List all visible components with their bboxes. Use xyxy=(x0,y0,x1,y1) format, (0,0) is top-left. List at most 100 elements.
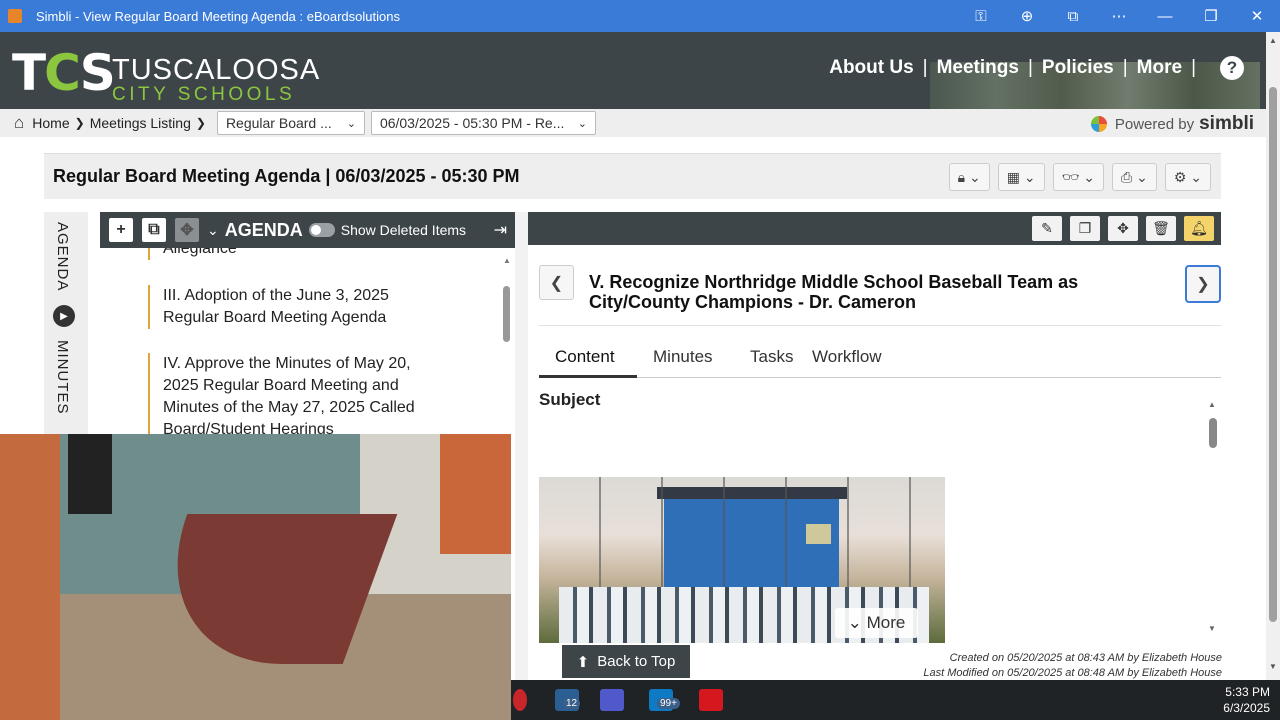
meeting-heading-bar: Regular Board Meeting Agenda | 06/03/202… xyxy=(44,153,1221,199)
chevron-right-icon: ❯ xyxy=(1196,276,1210,293)
breadcrumb-home[interactable]: Home xyxy=(32,115,69,131)
play-icon[interactable]: ▶ xyxy=(53,305,75,327)
page-scrollbar[interactable]: ▲ ▼ xyxy=(1266,32,1280,680)
move-item-button[interactable]: ✥ xyxy=(175,218,199,242)
show-deleted-toggle[interactable] xyxy=(308,223,335,237)
logo-line1: TUSCALOOSA xyxy=(112,54,321,86)
printer-icon: ⎙ xyxy=(1120,168,1133,185)
scroll-down-icon[interactable]: ▼ xyxy=(1208,624,1216,633)
tab-content[interactable]: Content xyxy=(555,347,615,367)
district-logo[interactable]: TCS TUSCALOOSA CITY SCHOOLS xyxy=(12,40,319,106)
nav-policies[interactable]: Policies xyxy=(1042,57,1114,79)
lock-icon: 🔒︎ xyxy=(957,168,966,185)
more-options-icon[interactable]: ⋯ xyxy=(1096,0,1142,32)
restore-button[interactable]: ❐ xyxy=(1188,0,1234,32)
back-to-top-button[interactable]: ⬆ Back to Top xyxy=(562,645,690,678)
acrobat-icon[interactable] xyxy=(699,689,723,711)
nav-more[interactable]: More xyxy=(1137,57,1182,79)
previous-item-button[interactable]: ❮ xyxy=(539,265,574,300)
expand-panel-icon[interactable]: ⇥ xyxy=(494,220,507,240)
detail-toolbar: ✎ ❐ ✥ 🗑︎ 🔔︎ xyxy=(528,212,1221,245)
calendar-icon: ▦ xyxy=(1006,168,1020,185)
agenda-item[interactable]: III. Adoption of the June 3, 2025 Regula… xyxy=(148,285,448,329)
chevron-down-icon: ⌄ xyxy=(577,117,587,130)
help-icon[interactable]: ? xyxy=(1220,56,1244,80)
arrow-up-icon: ⬆ xyxy=(576,653,590,671)
outlook-badge: 12 xyxy=(563,698,581,709)
agenda-scroll-thumb[interactable] xyxy=(503,286,510,342)
subject-label: Subject xyxy=(539,390,601,409)
chevron-down-icon: ⌄ xyxy=(346,117,356,130)
agenda-toolbar: + ⧉ ✥ ⌄ AGENDA Show Deleted Items ⇥ xyxy=(100,212,515,248)
nav-about-us[interactable]: About Us xyxy=(829,57,913,79)
view-menu-button[interactable]: 👓︎ ⌄ xyxy=(1052,163,1104,191)
trash-icon[interactable]: 🗑︎ xyxy=(1146,216,1176,241)
last-modified: Last Modified on 05/20/2025 at 08:48 AM … xyxy=(923,667,1222,679)
close-button[interactable]: ✕ xyxy=(1234,0,1280,32)
collapse-all-icon[interactable]: ⌄ xyxy=(207,222,219,239)
window-title: Simbli - View Regular Board Meeting Agen… xyxy=(36,8,400,24)
tab-minutes[interactable]: MINUTES xyxy=(54,340,71,415)
print-menu-button[interactable]: ⎙ ⌄ xyxy=(1111,163,1157,191)
binoculars-icon: 👓︎ xyxy=(1061,168,1080,185)
item-title: V. Recognize Northridge Middle School Ba… xyxy=(589,272,1079,312)
page-scroll-thumb[interactable] xyxy=(1269,87,1277,622)
agenda-item[interactable]: IV. Approve the Minutes of May 20, 2025 … xyxy=(148,353,448,434)
agenda-item[interactable]: Allegiance xyxy=(148,248,448,260)
audit-info: Created on 05/20/2025 at 08:43 AM by Eli… xyxy=(923,651,1222,681)
nav-meetings[interactable]: Meetings xyxy=(937,57,1019,79)
logo-initials: TCS xyxy=(12,44,116,102)
content-scroll-thumb[interactable] xyxy=(1209,418,1217,448)
powered-by-simbli[interactable]: Powered by simbli xyxy=(1090,113,1254,135)
home-icon[interactable]: ⌂ xyxy=(14,113,24,133)
panel-splitter[interactable] xyxy=(515,212,528,682)
app-switch-icon[interactable]: ⧉ xyxy=(1050,0,1096,32)
chevron-down-icon: ⌄ xyxy=(847,613,862,632)
copy-item-button[interactable]: ⧉ xyxy=(142,218,166,242)
chevron-right-icon: ❯ xyxy=(195,116,206,130)
duplicate-icon[interactable]: ❐ xyxy=(1070,216,1100,241)
system-clock[interactable]: 5:33 PM 6/3/2025 xyxy=(1223,684,1270,716)
scroll-up-icon[interactable]: ▲ xyxy=(503,256,511,265)
edit-icon[interactable]: ✎ xyxy=(1032,216,1062,241)
simbli-logo-icon xyxy=(1090,116,1107,132)
more-button[interactable]: ⌄ More xyxy=(835,608,918,638)
window-titlebar: Simbli - View Regular Board Meeting Agen… xyxy=(0,0,1280,32)
opera-icon[interactable] xyxy=(513,689,527,711)
tab-workflow[interactable]: Workflow xyxy=(812,347,882,367)
tab-minutes-detail[interactable]: Minutes xyxy=(653,347,713,367)
meeting-type-select[interactable]: Regular Board ... ⌄ xyxy=(216,111,365,135)
settings-menu-button[interactable]: ⚙ ⌄ xyxy=(1164,163,1211,191)
scroll-up-icon[interactable]: ▲ xyxy=(1208,400,1216,409)
side-tabs: AGENDA ▶ MINUTES xyxy=(44,212,88,434)
detail-tabs: Content Minutes Tasks Workflow xyxy=(539,340,1221,378)
scroll-up-icon[interactable]: ▲ xyxy=(1269,36,1277,45)
move-icon[interactable]: ✥ xyxy=(1108,216,1138,241)
agenda-heading: AGENDA xyxy=(224,219,303,240)
chevron-left-icon: ❮ xyxy=(549,274,564,292)
tab-tasks[interactable]: Tasks xyxy=(750,347,793,367)
meeting-video-player[interactable] xyxy=(0,434,511,720)
breadcrumb-meetings-listing[interactable]: Meetings Listing xyxy=(90,115,191,131)
minimize-button[interactable]: — xyxy=(1142,0,1188,32)
next-item-button[interactable]: ❯ xyxy=(1185,265,1221,303)
teams-icon[interactable] xyxy=(600,689,624,711)
lock-menu-button[interactable]: 🔒︎ ⌄ xyxy=(948,163,990,191)
show-deleted-label: Show Deleted Items xyxy=(340,222,467,238)
bell-icon[interactable]: 🔔︎ xyxy=(1184,216,1214,241)
add-item-button[interactable]: + xyxy=(109,218,133,242)
page-title: Regular Board Meeting Agenda | 06/03/202… xyxy=(53,166,520,186)
site-header: TCS TUSCALOOSA CITY SCHOOLS About Us | M… xyxy=(0,32,1266,109)
key-icon[interactable]: ⚿ xyxy=(958,0,1004,32)
content-scrollbar[interactable]: ▲ ▼ xyxy=(1208,400,1218,636)
divider xyxy=(539,325,1221,326)
tab-agenda[interactable]: AGENDA xyxy=(54,222,71,291)
chevron-right-icon: ❯ xyxy=(74,116,85,130)
agenda-scrollbar[interactable]: ▲ xyxy=(503,256,511,426)
mail-badge: 99+ xyxy=(657,698,680,709)
calendar-menu-button[interactable]: ▦ ⌄ xyxy=(997,163,1045,191)
zoom-icon[interactable]: ⊕ xyxy=(1004,0,1050,32)
scroll-down-icon[interactable]: ▼ xyxy=(1269,662,1277,671)
meeting-date-select[interactable]: 06/03/2025 - 05:30 PM - Re... ⌄ xyxy=(370,111,596,135)
breadcrumb: ⌂ Home ❯ Meetings Listing ❯ Regular Boar… xyxy=(0,109,1266,137)
